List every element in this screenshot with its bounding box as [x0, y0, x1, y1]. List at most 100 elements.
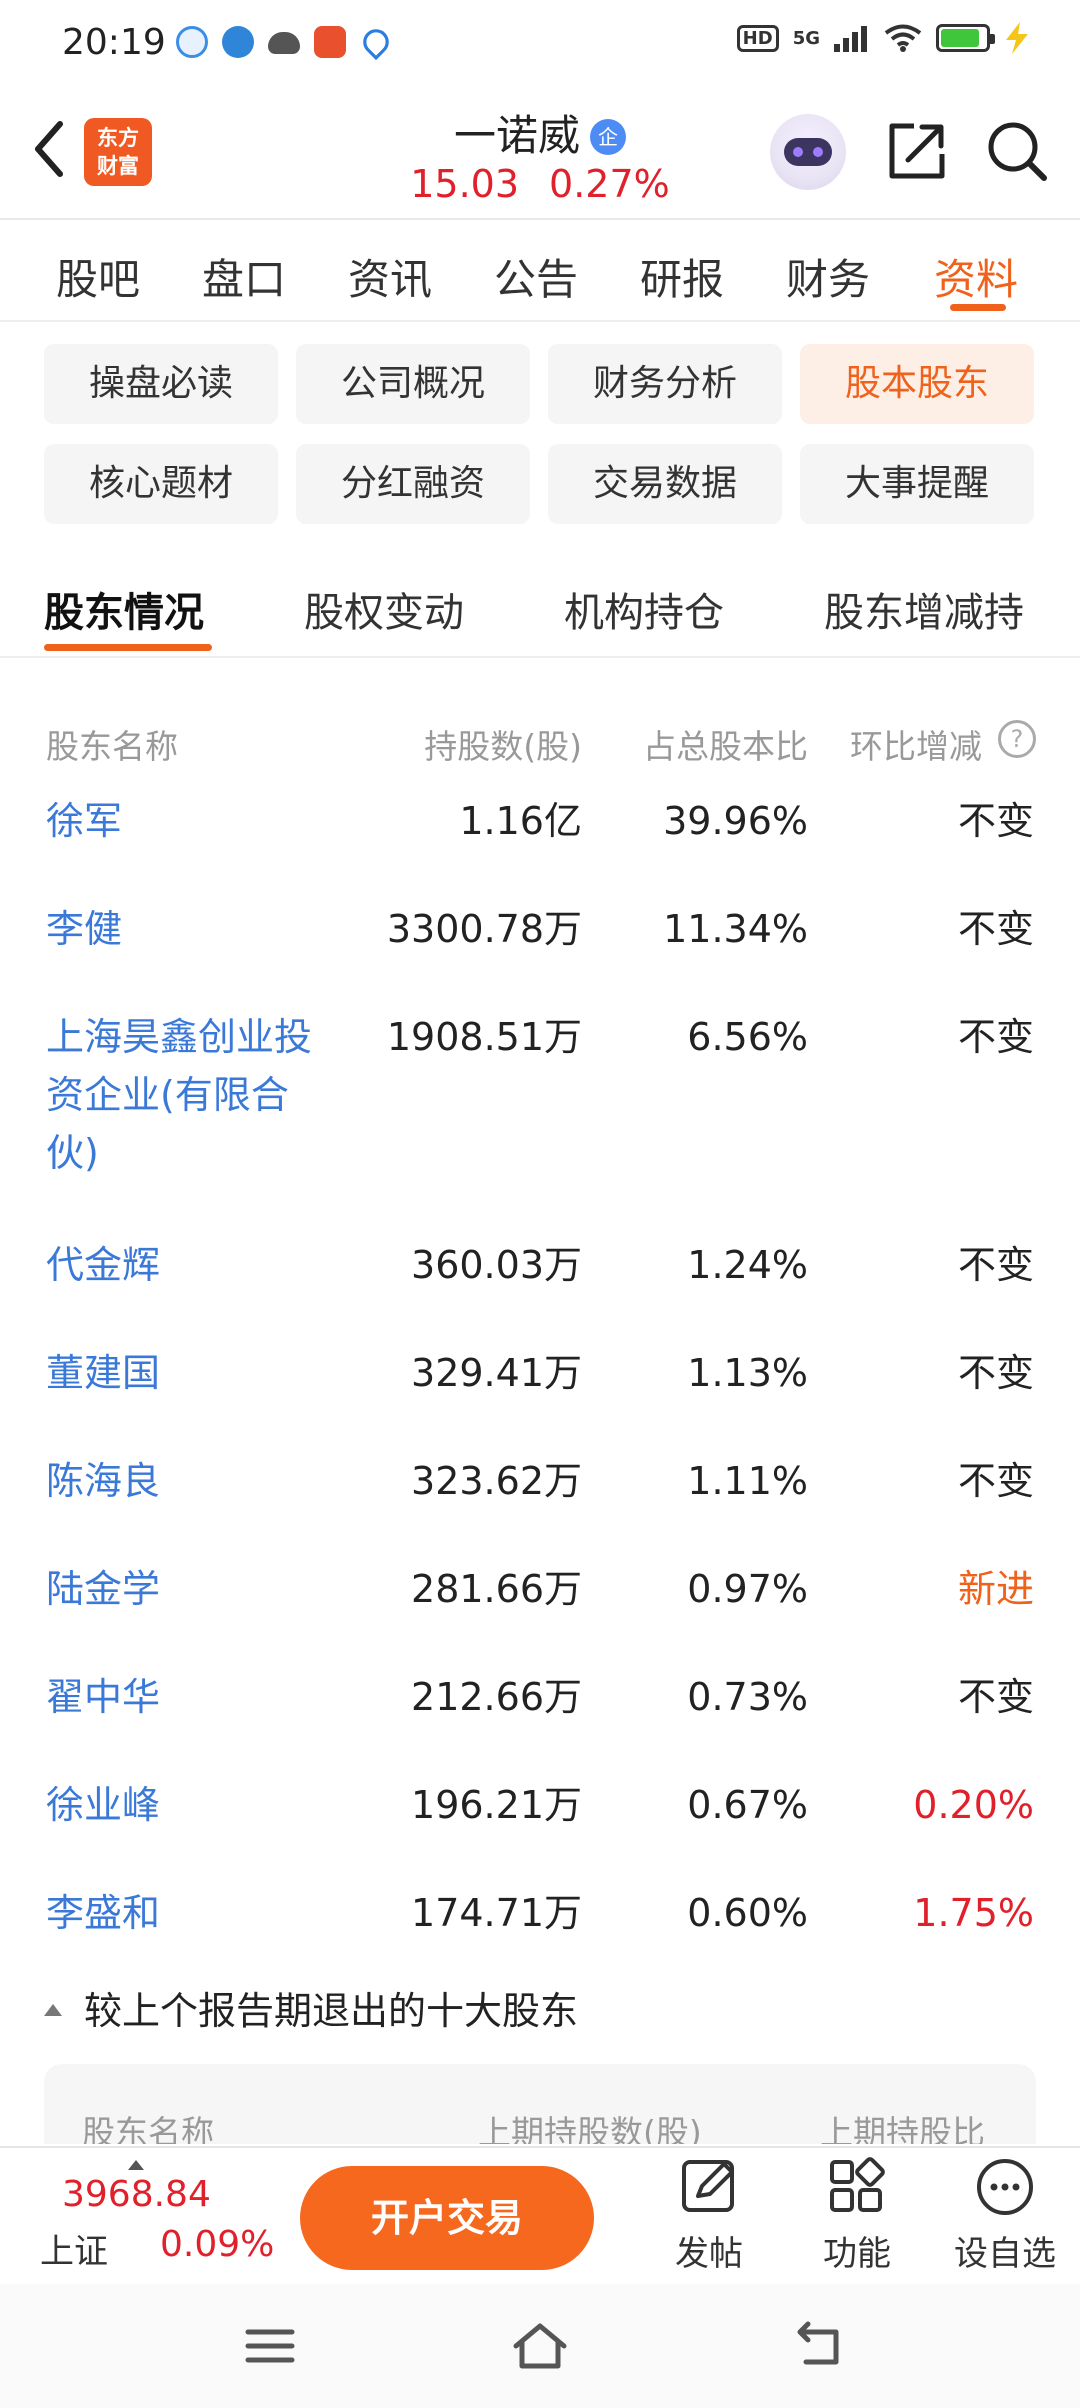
exited-shareholders-toggle[interactable]: 较上个报告期退出的十大股东 [44, 1980, 578, 2035]
stock-header: 东方 财富 一诺威企 15.03 0.27% [0, 84, 1080, 220]
col-header-name: 股东名称 [46, 727, 178, 766]
category-fenhong[interactable]: 分红融资 [296, 444, 530, 524]
ratio-value: 6.56% [687, 1015, 808, 1059]
active-tab-indicator [950, 304, 1006, 311]
stock-name: 一诺威 [453, 111, 580, 160]
status-bar: 20:19 HD 5G [0, 0, 1080, 84]
shareholder-name[interactable]: 徐业峰 [46, 1776, 346, 1834]
tab-gonggao[interactable]: 公告 [494, 246, 578, 307]
category-caopan[interactable]: 操盘必读 [44, 344, 278, 424]
notification-icons [176, 23, 395, 61]
index-value: 3968.84 [62, 2174, 211, 2215]
change-value: 不变 [957, 1015, 1034, 1059]
category-jiaoyi[interactable]: 交易数据 [548, 444, 782, 524]
exit-col-header-name: 股东名称 [82, 2113, 214, 2144]
stock-price: 15.03 [410, 162, 520, 206]
network-type: 5G [792, 27, 820, 49]
ai-assistant-icon[interactable] [770, 114, 846, 190]
shareholder-name[interactable]: 徐军 [46, 792, 346, 850]
exit-col-header-prev-shares: 上期持股数(股) [478, 2113, 702, 2144]
wifi-icon [884, 24, 922, 52]
ratio-value: 39.96% [663, 799, 808, 843]
shares-value: 1.16亿 [459, 799, 582, 843]
change-value: 不变 [957, 1351, 1034, 1395]
open-account-trade-button[interactable]: 开户交易 [300, 2166, 594, 2270]
shareholder-name[interactable]: 陈海良 [46, 1452, 346, 1510]
tab-caiwu[interactable]: 财务 [786, 246, 870, 307]
active-subtab-indicator [44, 644, 212, 651]
tab-guba[interactable]: 股吧 [56, 246, 140, 307]
location-icon [357, 23, 395, 61]
shareholder-name-line[interactable]: 资企业(有限合 [46, 1066, 346, 1124]
shareholder-name[interactable]: 翟中华 [46, 1668, 346, 1726]
back-nav-icon[interactable] [790, 2318, 850, 2374]
shares-value: 3300.78万 [386, 907, 582, 951]
ratio-value: 0.67% [687, 1783, 808, 1827]
post-label: 发帖 [675, 2234, 743, 2274]
tab-zixun[interactable]: 资讯 [348, 246, 432, 307]
shareholder-name[interactable]: 董建国 [46, 1344, 346, 1402]
shareholder-name[interactable]: 李盛和 [46, 1884, 346, 1942]
change-value: 不变 [957, 1459, 1034, 1503]
add-watchlist-button[interactable]: 设自选 [950, 2156, 1060, 2286]
ratio-value: 0.60% [687, 1891, 808, 1935]
grid-icon [830, 2157, 885, 2212]
share-icon[interactable] [884, 118, 950, 184]
tab-gudong-qingkuang[interactable]: 股东情况 [44, 580, 204, 638]
col-header-ratio[interactable]: 占总股本比 [643, 720, 808, 768]
tab-jigou-chicang[interactable]: 机构持仓 [564, 580, 724, 638]
category-hexin-ticai[interactable]: 核心题材 [44, 444, 278, 524]
col-header-change[interactable]: 环比增减 [850, 720, 982, 768]
ratio-value: 1.11% [687, 1459, 808, 1503]
shares-value: 360.03万 [411, 1243, 582, 1287]
ratio-value: 11.34% [663, 907, 808, 951]
functions-button[interactable]: 功能 [802, 2156, 912, 2286]
shares-value: 1908.51万 [386, 1015, 582, 1059]
search-icon[interactable] [984, 118, 1050, 184]
bottom-toolbar: 3968.84 上证 0.09% 开户交易 发帖 功能 设自选 [0, 2146, 1080, 2284]
post-button[interactable]: 发帖 [654, 2156, 764, 2286]
change-value: 0.20% [913, 1783, 1034, 1827]
more-circle-icon [977, 2159, 1033, 2215]
change-value: 新进 [957, 1567, 1034, 1611]
ratio-value: 0.73% [687, 1675, 808, 1719]
charging-icon [1006, 22, 1028, 54]
exit-col-header-prev-ratio: 上期持股比 [820, 2113, 985, 2144]
tab-guquan-biandong[interactable]: 股权变动 [304, 580, 464, 638]
shareholder-tabs: 股东情况 股权变动 机构持仓 股东增减持 [0, 560, 1080, 658]
shareholder-name-line[interactable]: 伙) [46, 1124, 346, 1182]
ratio-value: 1.24% [687, 1243, 808, 1287]
tab-pankou[interactable]: 盘口 [202, 246, 286, 307]
change-value: 不变 [957, 907, 1034, 951]
collapse-triangle-icon [44, 2004, 62, 2016]
functions-label: 功能 [823, 2234, 891, 2274]
tab-yanbao[interactable]: 研报 [640, 246, 724, 307]
ratio-value: 0.97% [687, 1567, 808, 1611]
tab-gudong-zengjian[interactable]: 股东增减持 [824, 580, 1024, 638]
change-value: 1.75% [913, 1891, 1034, 1935]
enterprise-badge: 企 [590, 119, 626, 155]
shareholder-name-line[interactable]: 上海昊鑫创业投 [46, 1008, 346, 1066]
menu-icon[interactable] [240, 2318, 300, 2374]
category-gaikuang[interactable]: 公司概况 [296, 344, 530, 424]
system-nav-bar [0, 2284, 1080, 2408]
tab-ziliao[interactable]: 资料 [934, 246, 1018, 307]
stock-change-pct: 0.27% [549, 162, 670, 206]
status-time: 20:19 [62, 22, 166, 63]
shares-value: 323.62万 [411, 1459, 582, 1503]
shareholder-name[interactable]: 陆金学 [46, 1560, 346, 1618]
shares-value: 281.66万 [411, 1567, 582, 1611]
hd-badge: HD [736, 24, 779, 52]
category-dashi[interactable]: 大事提醒 [800, 444, 1034, 524]
home-icon[interactable] [510, 2318, 570, 2374]
shares-value: 329.41万 [411, 1351, 582, 1395]
help-icon[interactable]: ? [998, 720, 1036, 758]
col-header-shares[interactable]: 持股数(股) [424, 720, 582, 768]
shareholder-name[interactable]: 李健 [46, 900, 346, 958]
signal-icon [834, 26, 867, 52]
category-caiwu-fenxi[interactable]: 财务分析 [548, 344, 782, 424]
category-guben-gudong[interactable]: 股本股东 [800, 344, 1034, 424]
shareholder-name[interactable]: 代金辉 [46, 1236, 346, 1294]
exited-shareholders-title: 较上个报告期退出的十大股东 [84, 1989, 579, 2033]
battery-icon [936, 24, 995, 52]
